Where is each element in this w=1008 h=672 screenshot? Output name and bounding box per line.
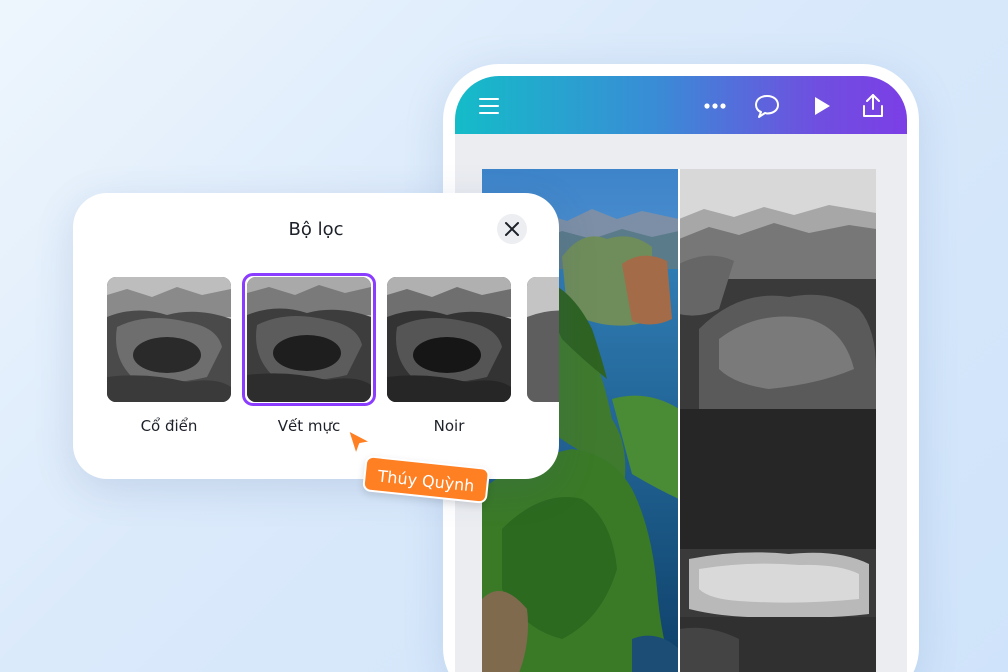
filter-panel: Bộ lọc Cổ điển Vết mực Noir: [73, 193, 559, 479]
filter-thumbnail: [527, 277, 559, 402]
menu-icon[interactable]: [475, 92, 503, 120]
compare-divider[interactable]: [678, 169, 680, 672]
filter-thumbnail: [387, 277, 511, 402]
share-upload-icon[interactable]: [859, 92, 887, 120]
more-options-icon[interactable]: [701, 92, 729, 120]
close-button[interactable]: [497, 214, 527, 244]
filter-label: Cổ điển: [140, 417, 198, 435]
filter-thumbnail: [107, 277, 231, 402]
filter-thumbnail: [247, 277, 371, 402]
close-icon: [505, 222, 519, 236]
collaborator-cursor-icon: [345, 428, 375, 458]
panel-title: Bộ lọc: [288, 219, 344, 240]
photo-filtered-half: [679, 169, 876, 672]
present-play-icon[interactable]: [807, 92, 835, 120]
comment-icon[interactable]: [753, 92, 781, 120]
filter-label: Noir: [433, 417, 465, 435]
editor-toolbar: [455, 76, 907, 134]
